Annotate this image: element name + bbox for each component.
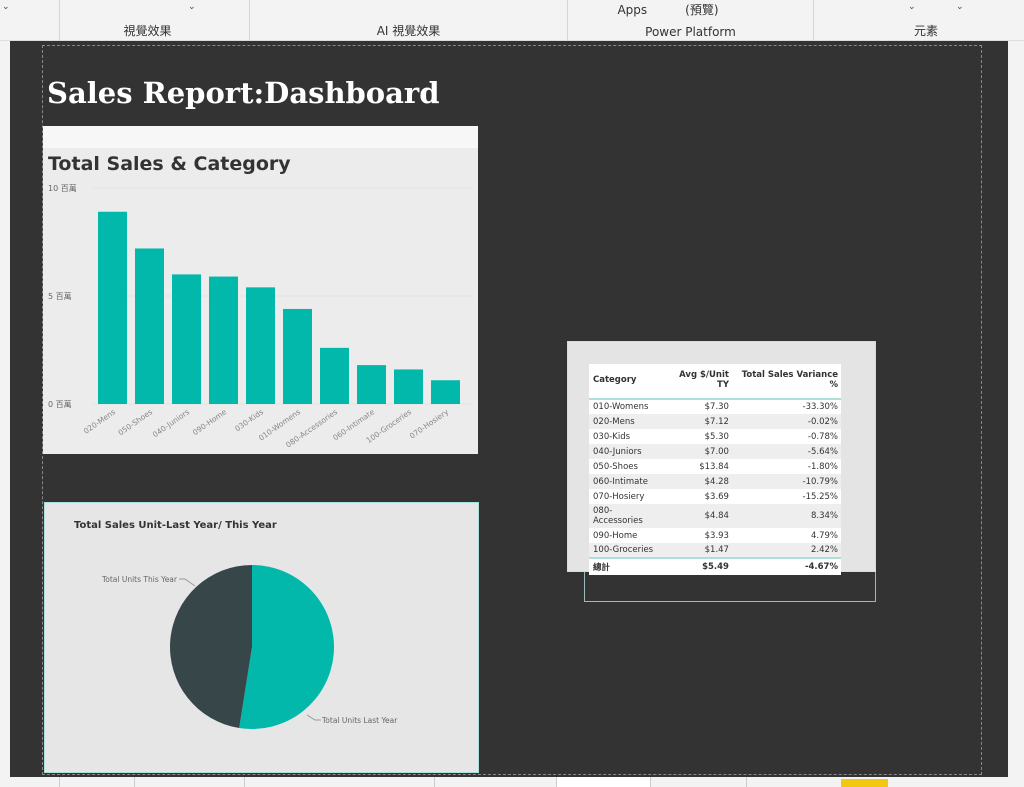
page-tab[interactable] [746, 777, 840, 787]
bar[interactable] [98, 211, 127, 404]
sales-table: Category Avg $/Unit TY Total Sales Varia… [589, 364, 841, 575]
page-tab[interactable] [134, 777, 244, 787]
total-cell: -4.67% [731, 557, 841, 575]
page-tab[interactable] [434, 777, 556, 787]
table-cell: $3.93 [704, 530, 729, 541]
chevron-down-icon[interactable]: ⌄ [188, 2, 196, 12]
chevron-down-icon[interactable]: ⌄ [956, 2, 964, 12]
ribbon-group-power-platform[interactable]: Apps (預覽) Power Platform [568, 0, 814, 41]
bar[interactable] [394, 369, 423, 404]
table-total-row: 總計 $5.49 -4.67% [589, 557, 841, 575]
table-cell: $1.47 [663, 543, 732, 558]
table-cell: $4.28 [663, 474, 732, 489]
page-tab[interactable] [244, 777, 434, 787]
y-tick-label: 5 百萬 [48, 291, 72, 301]
table-cell: 060-Intimate [589, 474, 664, 489]
table-cell: 8.34% [731, 504, 841, 528]
table-cell: -33.30% [802, 402, 838, 412]
table-cell: $7.00 [663, 444, 732, 459]
page-tab[interactable] [59, 777, 134, 787]
x-tick-label: 050-Shoes [117, 407, 155, 437]
pie-chart-svg: Total Units Last Year Total Units This Ye… [101, 565, 398, 729]
y-tick-label: 10 百萬 [48, 183, 77, 193]
bar[interactable] [431, 380, 460, 404]
leader-line [306, 714, 321, 721]
report-title: Sales Report:Dashboard [47, 76, 440, 110]
table-row[interactable]: 040-Juniors $7.00 -5.64% [589, 444, 841, 459]
table-cell: 010-Womens [593, 402, 649, 412]
pie-slice[interactable] [170, 565, 252, 728]
total-cell: $5.49 [663, 557, 732, 575]
pie-label: Total Units This Year [101, 575, 178, 584]
bar[interactable] [357, 365, 386, 404]
total-cell: 總計 [589, 557, 664, 575]
table-row[interactable]: 070-Hosiery $3.69 -15.25% [589, 489, 841, 504]
table-cell: 2.42% [731, 543, 841, 558]
table-cell: 070-Hosiery [593, 491, 645, 502]
page-tab-active[interactable] [556, 777, 650, 787]
column-header[interactable]: Category [589, 364, 664, 400]
leader-line [179, 578, 196, 587]
bar[interactable] [172, 274, 201, 404]
table-cell: -10.79% [731, 474, 841, 489]
ribbon-group-visuals[interactable]: ⌄ 視覺效果 [60, 0, 250, 41]
apps-button[interactable]: Apps [617, 3, 647, 17]
bar[interactable] [246, 287, 275, 404]
pie-chart-visual[interactable]: Total Sales Unit-Last Year/ This Year To… [44, 502, 479, 773]
table-cell: 040-Juniors [589, 444, 664, 459]
table-row[interactable]: 080-Accessories $4.84 8.34% [589, 504, 841, 528]
bar-chart-svg: 0 百萬 5 百萬 10 百萬 020-Mens 050-Shoes040-Junior… [48, 183, 473, 450]
table-cell: -0.02% [731, 414, 841, 429]
table-cell: $5.30 [704, 431, 729, 442]
table-cell: 030-Kids [593, 431, 631, 442]
bar[interactable] [320, 347, 349, 404]
table-cell: -15.25% [802, 491, 838, 502]
x-tick-label: 090-Home [191, 407, 229, 437]
table-cell: $13.84 [699, 461, 729, 472]
table-cell: $3.69 [704, 491, 729, 502]
table-visual[interactable]: Category Avg $/Unit TY Total Sales Varia… [567, 341, 876, 575]
add-page-button[interactable] [841, 779, 888, 787]
table-row[interactable]: 100-Groceries $1.47 2.42% [589, 543, 841, 558]
ribbon-group-elements[interactable]: ⌄ ⌄ 元素 [814, 0, 1024, 41]
table-row[interactable]: 010-Womens $7.30 -33.30% [589, 399, 841, 414]
table-cell: 050-Shoes [593, 461, 638, 472]
ribbon-group-ai-visuals[interactable]: AI 視覺效果 [250, 0, 568, 41]
bar[interactable] [283, 308, 312, 404]
table-cell: 090-Home [593, 530, 638, 541]
ribbon: ⌄頁面 ⌄視覺效果 AI 視覺效果 Apps(預覽) Power Platfor… [0, 0, 1024, 41]
bar[interactable] [135, 248, 164, 404]
pie-slice[interactable] [239, 565, 334, 729]
x-tick-label: 070-Hosiery [408, 407, 451, 441]
column-header[interactable]: Total Sales Variance % [731, 364, 841, 400]
table-cell: -1.80% [807, 461, 838, 472]
bar[interactable] [209, 276, 238, 404]
table-row[interactable]: 050-Shoes $13.84 -1.80% [589, 459, 841, 474]
table-row[interactable]: 090-Home $3.93 4.79% [589, 528, 841, 543]
y-tick-label: 0 百萬 [48, 399, 72, 409]
ribbon-group-page[interactable]: ⌄頁面 [0, 0, 60, 41]
table-cell: -0.78% [807, 431, 838, 442]
table-cell: $7.30 [704, 402, 729, 412]
table-cell: 4.79% [810, 530, 838, 541]
x-tick-label: 020-Mens [82, 407, 117, 436]
table-row[interactable]: 020-Mens $7.12 -0.02% [589, 414, 841, 429]
table-cell: 100-Groceries [589, 543, 664, 558]
table-row[interactable]: 060-Intimate $4.28 -10.79% [589, 474, 841, 489]
bar-chart-visual[interactable]: Total Sales & Category 0 百萬 5 百萬 10 百萬 020-… [43, 126, 478, 454]
table-cell: -5.64% [731, 444, 841, 459]
x-tick-label: 040-Juniors [151, 407, 191, 439]
pie-label: Total Units Last Year [321, 716, 398, 725]
column-header[interactable]: Avg $/Unit TY [663, 364, 732, 400]
page-tab[interactable] [650, 777, 746, 787]
chevron-down-icon[interactable]: ⌄ [908, 2, 916, 12]
table-cell: $7.12 [663, 414, 732, 429]
table-row[interactable]: 030-Kids $5.30 -0.78% [589, 429, 841, 444]
table-cell: $4.84 [663, 504, 732, 528]
x-tick-label: 030-Kids [233, 407, 265, 433]
table-cell: 020-Mens [589, 414, 664, 429]
table-cell: 080-Accessories [589, 504, 664, 528]
